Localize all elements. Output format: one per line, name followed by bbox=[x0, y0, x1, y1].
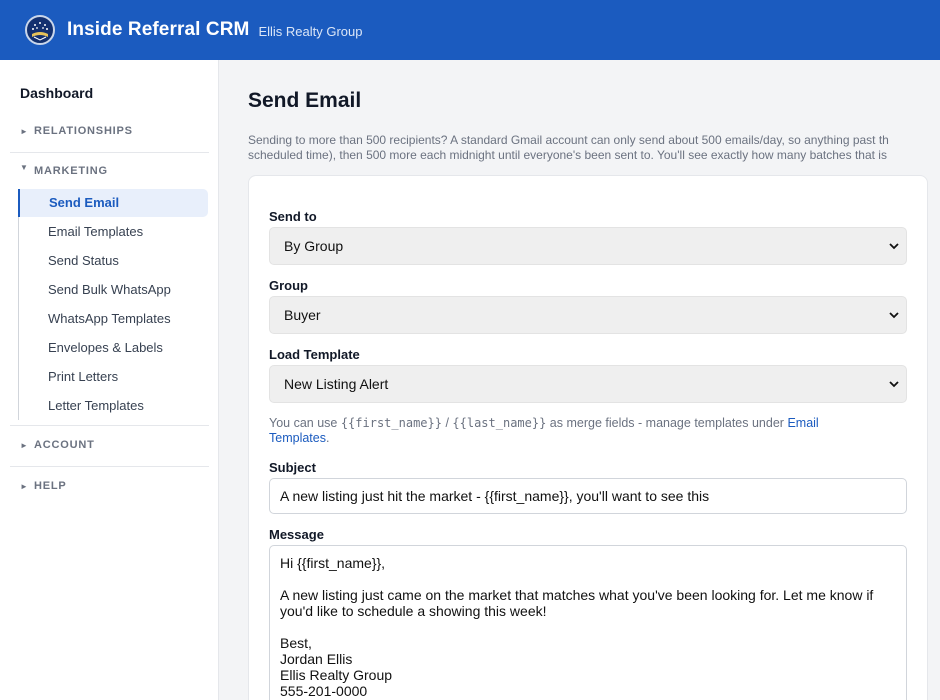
batch-notice: Sending to more than 500 recipients? A s… bbox=[248, 133, 940, 163]
load-template-value: New Listing Alert bbox=[284, 376, 389, 392]
page-title: Send Email bbox=[248, 89, 362, 112]
message-line: 555-201-0000 bbox=[280, 683, 368, 699]
caret-down-icon: ▼ bbox=[20, 162, 29, 172]
sidebar-item-dashboard[interactable]: Dashboard bbox=[20, 85, 93, 101]
load-template-select[interactable]: New Listing Alert bbox=[269, 365, 907, 403]
organization-name: Ellis Realty Group bbox=[258, 24, 363, 39]
sidebar-item-envelopes-labels[interactable]: Envelopes & Labels bbox=[19, 334, 209, 362]
message-textarea[interactable]: Hi {{first_name}}, A new listing just ca… bbox=[269, 545, 907, 700]
merge-field-last-name: {{last_name}} bbox=[452, 416, 547, 430]
sidebar-section-help[interactable]: ► HELP bbox=[20, 480, 67, 492]
app-title[interactable]: Inside Referral CRM bbox=[67, 19, 249, 41]
message-line: Best, bbox=[280, 635, 312, 651]
hint-text: . bbox=[325, 431, 330, 445]
subject-input[interactable]: A new listing just hit the market - {{fi… bbox=[269, 478, 907, 514]
message-line: Ellis Realty Group bbox=[280, 667, 393, 683]
message-line bbox=[280, 619, 896, 635]
subject-value: A new listing just hit the market - {{fi… bbox=[280, 488, 710, 504]
hint-text: You can use bbox=[269, 416, 341, 430]
sidebar-section-relationships[interactable]: ► RELATIONSHIPS bbox=[20, 125, 133, 137]
message-line bbox=[280, 571, 896, 587]
top-bar: Inside Referral CRM Ellis Realty Group bbox=[0, 0, 940, 60]
sidebar: Dashboard ► RELATIONSHIPS ▼ MARKETING Se… bbox=[0, 60, 219, 700]
hint-text: as merge fields - manage templates under bbox=[546, 416, 788, 430]
group-label: Group bbox=[269, 278, 308, 293]
caret-right-icon: ► bbox=[20, 481, 29, 491]
message-line: A new listing just came on the market th… bbox=[280, 587, 874, 603]
message-line: Hi {{first_name}}, bbox=[280, 555, 386, 571]
load-template-label: Load Template bbox=[269, 347, 360, 362]
message-line: you'd like to schedule a showing this we… bbox=[280, 603, 547, 619]
main-content: Send Email Sending to more than 500 reci… bbox=[220, 60, 940, 700]
sidebar-section-label: RELATIONSHIPS bbox=[34, 125, 133, 137]
sidebar-section-label: ACCOUNT bbox=[34, 439, 95, 451]
notice-line: Sending to more than 500 recipients? A s… bbox=[248, 133, 889, 147]
sidebar-section-label: MARKETING bbox=[34, 165, 108, 177]
app-logo-icon[interactable] bbox=[25, 15, 55, 45]
sidebar-divider bbox=[10, 425, 209, 426]
send-to-select[interactable]: By Group bbox=[269, 227, 907, 265]
sidebar-item-send-bulk-whatsapp[interactable]: Send Bulk WhatsApp bbox=[19, 276, 209, 304]
sidebar-item-email-templates[interactable]: Email Templates bbox=[19, 218, 209, 246]
sidebar-item-whatsapp-templates[interactable]: WhatsApp Templates bbox=[19, 305, 209, 333]
caret-right-icon: ► bbox=[20, 126, 29, 136]
sidebar-item-letter-templates[interactable]: Letter Templates bbox=[19, 392, 209, 420]
message-line: Jordan Ellis bbox=[280, 651, 353, 667]
send-to-label: Send to bbox=[269, 209, 317, 224]
group-value: Buyer bbox=[284, 307, 321, 323]
sidebar-section-account[interactable]: ► ACCOUNT bbox=[20, 439, 95, 451]
sidebar-section-label: HELP bbox=[34, 480, 67, 492]
sidebar-divider bbox=[10, 466, 209, 467]
caret-right-icon: ► bbox=[20, 440, 29, 450]
sidebar-item-print-letters[interactable]: Print Letters bbox=[19, 363, 209, 391]
message-label: Message bbox=[269, 527, 324, 542]
send-email-form: Send to By Group Group Buyer Load Templa… bbox=[248, 175, 928, 700]
merge-fields-hint: You can use {{first_name}} / {{last_name… bbox=[269, 416, 869, 446]
group-select[interactable]: Buyer bbox=[269, 296, 907, 334]
hint-text: / bbox=[441, 416, 453, 430]
chevron-down-icon bbox=[889, 243, 899, 250]
sidebar-section-marketing[interactable]: ▼ MARKETING bbox=[20, 162, 108, 178]
send-to-value: By Group bbox=[284, 238, 344, 254]
sidebar-item-send-email[interactable]: Send Email bbox=[18, 189, 208, 217]
sidebar-item-send-status[interactable]: Send Status bbox=[19, 247, 209, 275]
sidebar-divider bbox=[10, 152, 209, 153]
merge-field-first-name: {{first_name}} bbox=[340, 416, 442, 430]
chevron-down-icon bbox=[889, 312, 899, 319]
notice-line: scheduled time), then 500 more each midn… bbox=[248, 148, 887, 162]
chevron-down-icon bbox=[889, 381, 899, 388]
subject-label: Subject bbox=[269, 460, 316, 475]
marketing-subnav: Send Email Email Templates Send Status S… bbox=[18, 189, 210, 420]
